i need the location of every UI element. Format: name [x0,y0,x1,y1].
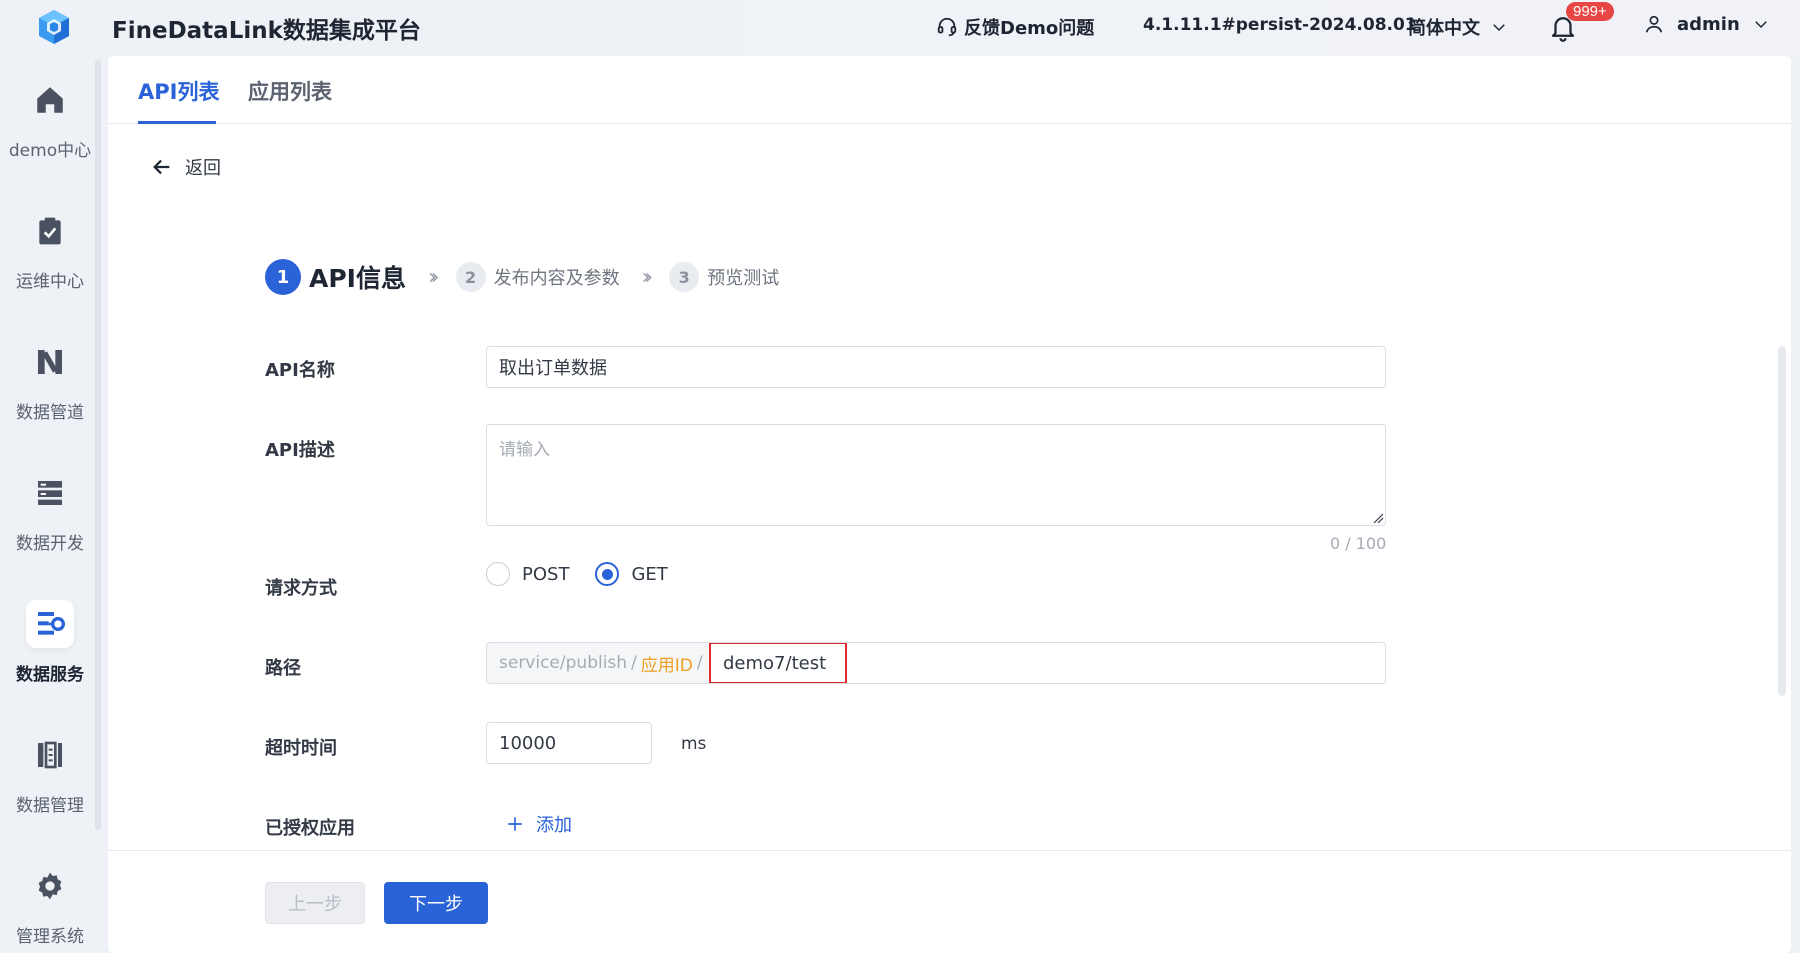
chevron-down-icon [1755,21,1767,29]
sidebar-scrollbar[interactable] [95,60,101,830]
char-counter: 0 / 100 [1330,534,1387,553]
username: admin [1677,13,1740,35]
timeout-input[interactable]: 10000 [486,722,652,764]
sidebar-item-label: 数据管理 [16,796,84,816]
feedback-label: 反馈Demo问题 [964,18,1095,39]
sidebar-item-data-pipeline[interactable]: 数据管道 [0,338,100,458]
sidebar-item-admin-system[interactable]: 管理系统 [0,862,100,953]
home-icon [26,76,74,124]
radio-circle [486,562,510,586]
sidebar-item-label: demo中心 [8,141,92,161]
path-separator: / [631,653,637,673]
user-menu[interactable]: admin [1643,13,1770,35]
back-button[interactable]: 返回 [151,154,221,180]
app-title: FineDataLink数据集成平台 [112,18,421,44]
tab-active-indicator [138,121,216,124]
chevron-down-icon [1493,24,1505,32]
method-label: 请求方式 [265,578,337,599]
method-radio-group: POST GET [486,562,676,586]
path-app-id: 应用ID [640,655,693,676]
step-2: 2 发布内容及参数 [455,262,620,292]
sidebar-item-label: 数据服务 [16,665,84,685]
radio-label: GET [631,563,668,585]
add-app-label: 添加 [536,815,572,836]
path-label: 路径 [265,658,301,679]
gear-icon [26,862,74,910]
resize-handle-icon[interactable] [1372,512,1384,524]
prev-step-button[interactable]: 上一步 [265,882,365,924]
authorized-apps-label: 已授权应用 [265,818,355,839]
api-desc-placeholder: 请输入 [499,440,550,460]
api-name-input[interactable]: 取出订单数据 [486,346,1386,388]
language-label: 简体中文 [1408,18,1480,39]
add-app-button[interactable]: 添加 [506,811,572,837]
api-desc-label: API描述 [265,440,335,461]
tab-api-list[interactable]: API列表 [138,76,219,106]
double-chevron-right-icon: ›› [641,264,653,290]
main-panel: API列表 应用列表 返回 1 API信息 ›› 2 发布内容及参数 ›› 3 … [108,56,1791,953]
notification-badge: 999+ [1566,2,1614,21]
sidebar-item-label: 数据管道 [16,403,84,423]
main-scrollbar[interactable] [1778,346,1786,696]
path-prefix-text: service/publish [499,653,628,673]
step-number: 2 [455,262,486,292]
sidebar-item-data-dev[interactable]: 数据开发 [0,469,100,589]
radio-label: POST [522,563,570,585]
api-name-label: API名称 [265,360,335,381]
user-icon [1645,15,1663,33]
pipeline-icon [26,338,74,386]
timeout-label: 超时时间 [265,738,337,759]
path-input[interactable]: demo7/test [709,643,847,683]
arrow-left-icon [153,159,170,175]
next-step-button[interactable]: 下一步 [384,882,488,924]
headset-icon [937,17,957,37]
step-label: API信息 [309,264,406,293]
sidebar-item-data-service[interactable]: 数据服务 [0,600,100,720]
plus-icon [508,817,522,831]
timeout-value: 10000 [499,732,557,754]
step-indicator: 1 API信息 ›› 2 发布内容及参数 ›› 3 预览测试 [265,259,779,295]
sidebar-item-label: 管理系统 [16,927,84,947]
sidebar-item-ops-center[interactable]: 运维中心 [0,207,100,327]
step-label: 预览测试 [707,268,780,289]
timeout-unit: ms [681,734,707,754]
radio-get[interactable]: GET [595,562,668,586]
feedback-button[interactable]: 反馈Demo问题 [936,14,1094,40]
back-label: 返回 [185,158,221,179]
double-chevron-right-icon: ›› [427,264,439,290]
clipboard-check-icon [26,207,74,255]
path-separator: / [696,653,703,673]
app-logo-icon[interactable] [34,7,74,47]
step-label: 发布内容及参数 [493,268,620,289]
sidebar: demo中心 运维中心 数据管道 数据开发 数据服务 数据管理 管理系统 [0,56,101,953]
data-service-icon [26,600,74,648]
server-stack-icon [26,469,74,517]
step-1: 1 API信息 [265,259,406,295]
path-input-group: service/publish / 应用ID / demo7/test [486,642,1386,684]
path-prefix: service/publish / 应用ID / [487,643,720,683]
api-name-value: 取出订单数据 [499,358,607,379]
data-management-icon [26,731,74,779]
step-3: 3 预览测试 [669,262,779,292]
sidebar-item-demo-center[interactable]: demo中心 [0,76,100,196]
sidebar-item-data-management[interactable]: 数据管理 [0,731,100,851]
version-label: 4.1.11.1#persist-2024.08.01 [1143,15,1417,35]
sidebar-item-label: 运维中心 [16,272,84,292]
radio-post[interactable]: POST [486,562,569,586]
radio-circle [595,562,620,586]
top-bar: FineDataLink数据集成平台 反馈Demo问题 4.1.11.1#per… [0,0,1800,56]
path-value: demo7/test [723,652,827,674]
api-desc-textarea[interactable]: 请输入 [486,424,1386,526]
step-number: 3 [669,262,700,292]
tab-bar: API列表 应用列表 [108,56,1791,124]
language-select[interactable]: 简体中文 [1408,14,1508,40]
tab-app-list[interactable]: 应用列表 [248,76,332,106]
sidebar-item-label: 数据开发 [16,534,84,554]
step-number: 1 [265,259,301,295]
